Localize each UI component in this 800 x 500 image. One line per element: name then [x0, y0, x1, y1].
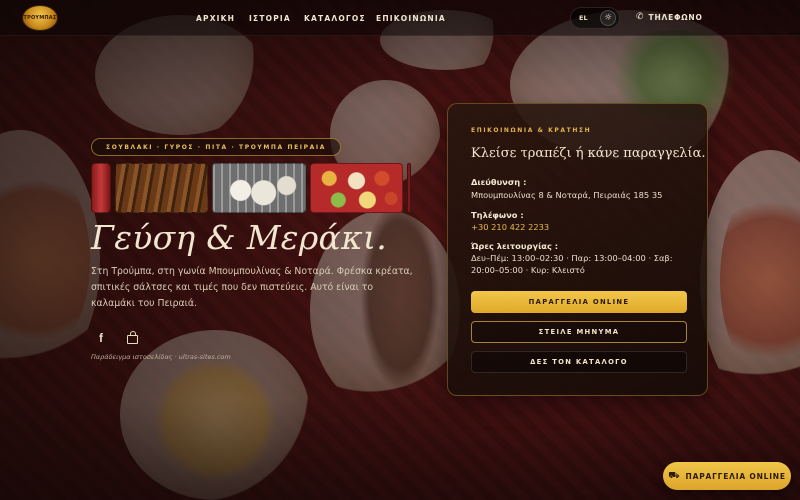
hero-title: Γεύση & Μεράκι.: [91, 218, 388, 257]
hero-tagline: ΣΟΥΒΛΑΚΙ · ΓΥΡΟΣ · ΠΙΤΑ · ΤΡΟΥΜΠΑ ΠΕΙΡΑΙ…: [106, 143, 326, 151]
floating-order-label: ΠΑΡΑΓΓΕΛΙΑ ONLINE: [685, 471, 786, 481]
hero-photo-strip: [91, 163, 411, 213]
phone-label: Τηλέφωνο :: [471, 210, 524, 220]
address-value: Μπουμπουλίνας 8 & Νοταρά, Πειραιάς 185 3…: [471, 190, 663, 200]
social-links: f: [99, 331, 138, 345]
hero-tagline-pill: ΣΟΥΒΛΑΚΙ · ΓΥΡΟΣ · ΠΙΤΑ · ΤΡΟΥΜΠΑ ΠΕΙΡΑΙ…: [91, 138, 341, 156]
hours-label: Ώρες λειτουργίας :: [471, 241, 559, 251]
hero-description: Στη Τρούμπα, στη γωνία Μπουμπουλίνας & Ν…: [91, 266, 413, 309]
contact-title: Κλείσε τραπέζι ή κάνε παραγγελία.: [471, 146, 706, 161]
order-online-button[interactable]: ΠΑΡΑΓΓΕΛΙΑ ONLINE: [471, 291, 687, 313]
hours-line-2: 20:00–05:00 · Κυρ: Κλειστό: [471, 265, 585, 275]
hours-line-1: Δευ–Πέμ: 13:00–02:30 · Παρ: 13:00–04:00 …: [471, 253, 673, 263]
view-menu-button[interactable]: ΔΕΣ ΤΟΝ ΚΑΤΑΛΟΓΟ: [471, 351, 687, 373]
photo-thumbnail: [407, 163, 411, 213]
sun-icon[interactable]: ☼: [600, 10, 616, 26]
photo-thumbnail-kitchen: [212, 163, 306, 213]
nav-link-history[interactable]: ΙΣΤΟΡΙΑ: [249, 14, 291, 23]
contact-eyebrow: ΕΠΙΚΟΙΝΩΝΙΑ & ΚΡΑΤΗΣΗ: [471, 127, 592, 134]
site-logo[interactable]: ΤΡΟΥΜΠΑΣ: [22, 5, 58, 31]
phone-number-link[interactable]: +30 210 422 2233: [471, 221, 549, 233]
nav-link-home[interactable]: ΑΡΧΙΚΗ: [196, 14, 235, 23]
send-message-button[interactable]: ΣΤΕΙΛΕ ΜΗΝΥΜΑ: [471, 321, 687, 343]
phone-icon: ✆: [636, 12, 644, 22]
bag-icon: ⛟: [668, 470, 680, 481]
site-credit[interactable]: Παράδειγμα ιστοσελίδας · ultras-sites.co…: [91, 353, 231, 361]
contact-card: ΕΠΙΚΟΙΝΩΝΙΑ & ΚΡΑΤΗΣΗ Κλείσε τραπέζι ή κ…: [447, 103, 708, 396]
photo-thumbnail: [91, 163, 111, 213]
photo-thumbnail-skewers: [114, 163, 209, 213]
phone-link-label: ΤΗΛΕΦΩΝΟ: [648, 12, 703, 22]
language-theme-toggle[interactable]: EL ☼: [570, 7, 620, 29]
address-label: Διεύθυνση :: [471, 177, 527, 187]
facebook-icon[interactable]: f: [99, 331, 103, 345]
nav-link-contact[interactable]: ΕΠΙΚΟΙΝΩΝΙΑ: [376, 14, 446, 23]
floating-order-button[interactable]: ⛟ ΠΑΡΑΓΓΕΛΙΑ ONLINE: [663, 462, 791, 490]
photo-thumbnail-table: [309, 163, 403, 213]
nav-link-menu[interactable]: ΚΑΤΑΛΟΓΟΣ: [304, 14, 366, 23]
shopping-bag-icon[interactable]: [127, 331, 138, 344]
phone-link[interactable]: ✆ ΤΗΛΕΦΩΝΟ: [636, 12, 703, 22]
site-header: ΤΡΟΥΜΠΑΣ ΑΡΧΙΚΗ ΙΣΤΟΡΙΑ ΚΑΤΑΛΟΓΟΣ ΕΠΙΚΟΙ…: [0, 0, 800, 36]
logo-text: ΤΡΟΥΜΠΑΣ: [23, 15, 57, 21]
language-switch[interactable]: EL: [579, 14, 588, 22]
